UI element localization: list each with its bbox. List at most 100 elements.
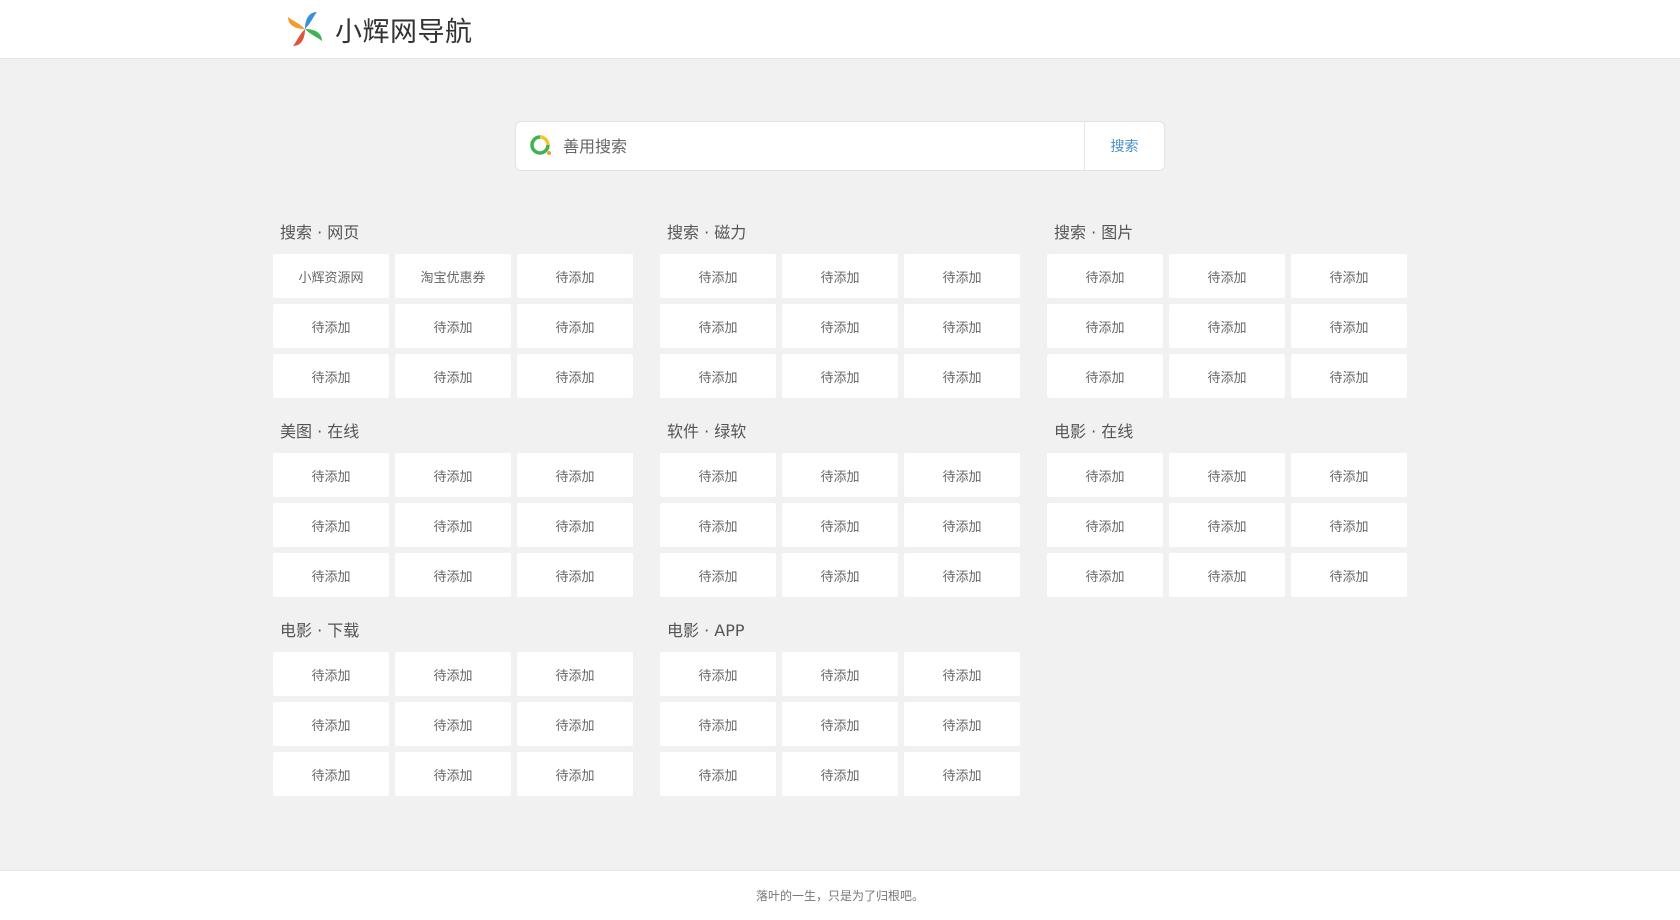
- top-header: 小辉网导航: [0, 0, 1680, 59]
- link-tile[interactable]: 待添加: [1169, 354, 1285, 398]
- link-tile[interactable]: 待添加: [395, 702, 511, 746]
- link-grid: 待添加 待添加 待添加 待添加 待添加 待添加 待添加 待添加 待添加: [660, 254, 1021, 398]
- link-tile[interactable]: 待添加: [1047, 354, 1163, 398]
- link-tile[interactable]: 待添加: [660, 354, 776, 398]
- link-tile[interactable]: 待添加: [660, 503, 776, 547]
- pinwheel-logo-icon: [288, 12, 322, 46]
- link-tile[interactable]: 待添加: [1291, 254, 1407, 298]
- link-section: 电影 · APP 待添加 待添加 待添加 待添加 待添加 待添加 待添加 待添加 待添加: [660, 620, 1021, 796]
- link-section: 电影 · 在线 待添加 待添加 待添加 待添加 待添加 待添加 待添加 待添加 待添加: [1047, 421, 1408, 597]
- link-tile[interactable]: 待添加: [273, 503, 389, 547]
- link-tile[interactable]: 待添加: [782, 254, 898, 298]
- link-tile[interactable]: 待添加: [782, 652, 898, 696]
- link-tile[interactable]: 待添加: [1047, 553, 1163, 597]
- link-tile[interactable]: 淘宝优惠券: [395, 254, 511, 298]
- link-tile[interactable]: 待添加: [782, 752, 898, 796]
- link-grid: 待添加 待添加 待添加 待添加 待添加 待添加 待添加 待添加 待添加: [273, 652, 634, 796]
- link-tile[interactable]: 待添加: [782, 702, 898, 746]
- section-title: 电影 · 在线: [1054, 422, 1134, 441]
- search-button[interactable]: 搜索: [1084, 122, 1164, 170]
- link-tile[interactable]: 待添加: [273, 652, 389, 696]
- link-tile[interactable]: 待添加: [782, 553, 898, 597]
- link-tile[interactable]: 待添加: [517, 553, 633, 597]
- section-title: 电影 · 下载: [280, 621, 360, 640]
- link-tile[interactable]: 待添加: [660, 453, 776, 497]
- link-tile[interactable]: 待添加: [517, 354, 633, 398]
- link-grid: 小辉资源网 淘宝优惠券 待添加 待添加 待添加 待添加 待添加 待添加 待添加: [273, 254, 634, 398]
- link-tile[interactable]: 待添加: [904, 503, 1020, 547]
- link-tile[interactable]: 待添加: [904, 453, 1020, 497]
- section-title: 电影 · APP: [667, 621, 745, 640]
- link-tile[interactable]: 待添加: [395, 304, 511, 348]
- link-tile[interactable]: 待添加: [1047, 503, 1163, 547]
- link-tile[interactable]: 待添加: [904, 652, 1020, 696]
- link-tile[interactable]: 待添加: [660, 752, 776, 796]
- link-tile[interactable]: 待添加: [517, 304, 633, 348]
- link-grid: 待添加 待添加 待添加 待添加 待添加 待添加 待添加 待添加 待添加: [1047, 453, 1408, 597]
- link-tile[interactable]: 待添加: [1169, 304, 1285, 348]
- search-bar: 搜索: [515, 121, 1165, 171]
- link-tile[interactable]: 待添加: [782, 304, 898, 348]
- link-tile[interactable]: 待添加: [273, 304, 389, 348]
- link-tile[interactable]: 待添加: [1047, 254, 1163, 298]
- link-tile[interactable]: 待添加: [1047, 304, 1163, 348]
- link-tile[interactable]: 待添加: [517, 702, 633, 746]
- link-tile[interactable]: 待添加: [517, 254, 633, 298]
- link-tile[interactable]: 待添加: [517, 503, 633, 547]
- link-tile[interactable]: 待添加: [1291, 304, 1407, 348]
- link-tile[interactable]: 待添加: [660, 652, 776, 696]
- link-tile[interactable]: 待添加: [395, 752, 511, 796]
- link-tile[interactable]: 待添加: [904, 553, 1020, 597]
- engine-ring-icon[interactable]: [528, 133, 554, 159]
- link-tile[interactable]: 待添加: [1291, 553, 1407, 597]
- link-tile[interactable]: 待添加: [273, 354, 389, 398]
- link-section: 搜索 · 磁力 待添加 待添加 待添加 待添加 待添加 待添加 待添加 待添加 待添加: [660, 222, 1021, 398]
- section-title: 搜索 · 图片: [1054, 223, 1134, 242]
- link-tile[interactable]: 待添加: [660, 553, 776, 597]
- link-tile[interactable]: 待添加: [1291, 503, 1407, 547]
- link-tile[interactable]: 待添加: [782, 503, 898, 547]
- link-tile[interactable]: 待添加: [395, 553, 511, 597]
- link-tile[interactable]: 待添加: [904, 304, 1020, 348]
- link-tile[interactable]: 待添加: [904, 702, 1020, 746]
- link-tile[interactable]: 待添加: [273, 752, 389, 796]
- link-tile[interactable]: 待添加: [782, 354, 898, 398]
- section-title: 美图 · 在线: [280, 422, 360, 441]
- link-tile[interactable]: 待添加: [273, 553, 389, 597]
- link-section: 美图 · 在线 待添加 待添加 待添加 待添加 待添加 待添加 待添加 待添加 待添加: [273, 421, 634, 597]
- link-tile[interactable]: 待添加: [517, 652, 633, 696]
- link-tile[interactable]: 待添加: [273, 453, 389, 497]
- link-grid: 待添加 待添加 待添加 待添加 待添加 待添加 待添加 待添加 待添加: [660, 453, 1021, 597]
- link-tile[interactable]: 待添加: [1169, 453, 1285, 497]
- link-tile[interactable]: 待添加: [395, 354, 511, 398]
- link-tile[interactable]: 待添加: [273, 702, 389, 746]
- link-tile[interactable]: 小辉资源网: [273, 254, 389, 298]
- link-tile[interactable]: 待添加: [660, 254, 776, 298]
- link-tile[interactable]: 待添加: [1169, 254, 1285, 298]
- link-tile[interactable]: 待添加: [904, 752, 1020, 796]
- footer-text: 落叶的一生，只是为了归根吧。: [755, 889, 924, 903]
- link-tile[interactable]: 待添加: [395, 503, 511, 547]
- link-section: 搜索 · 网页 小辉资源网 淘宝优惠券 待添加 待添加 待添加 待添加 待添加 待添加 待添加: [273, 222, 634, 398]
- footer: 落叶的一生，只是为了归根吧。: [0, 870, 1680, 920]
- link-tile[interactable]: 待添加: [1291, 453, 1407, 497]
- link-tile[interactable]: 待添加: [395, 652, 511, 696]
- link-tile[interactable]: 待添加: [782, 453, 898, 497]
- link-tile[interactable]: 待添加: [1169, 503, 1285, 547]
- link-section: 软件 · 绿软 待添加 待添加 待添加 待添加 待添加 待添加 待添加 待添加 待添加: [660, 421, 1021, 597]
- link-tile[interactable]: 待添加: [517, 453, 633, 497]
- link-tile[interactable]: 待添加: [1047, 453, 1163, 497]
- search-input[interactable]: [554, 122, 1084, 170]
- link-tile[interactable]: 待添加: [660, 304, 776, 348]
- link-tile[interactable]: 待添加: [904, 254, 1020, 298]
- link-tile[interactable]: 待添加: [1291, 354, 1407, 398]
- section-title: 软件 · 绿软: [667, 422, 747, 441]
- link-tile[interactable]: 待添加: [904, 354, 1020, 398]
- link-tile[interactable]: 待添加: [517, 752, 633, 796]
- brand-logo-link[interactable]: 小辉网导航: [283, 7, 473, 51]
- link-tile[interactable]: 待添加: [395, 453, 511, 497]
- link-tile[interactable]: 待添加: [660, 702, 776, 746]
- link-section: 电影 · 下载 待添加 待添加 待添加 待添加 待添加 待添加 待添加 待添加 待添加: [273, 620, 634, 796]
- link-tile[interactable]: 待添加: [1169, 553, 1285, 597]
- site-name: 小辉网导航: [335, 16, 473, 48]
